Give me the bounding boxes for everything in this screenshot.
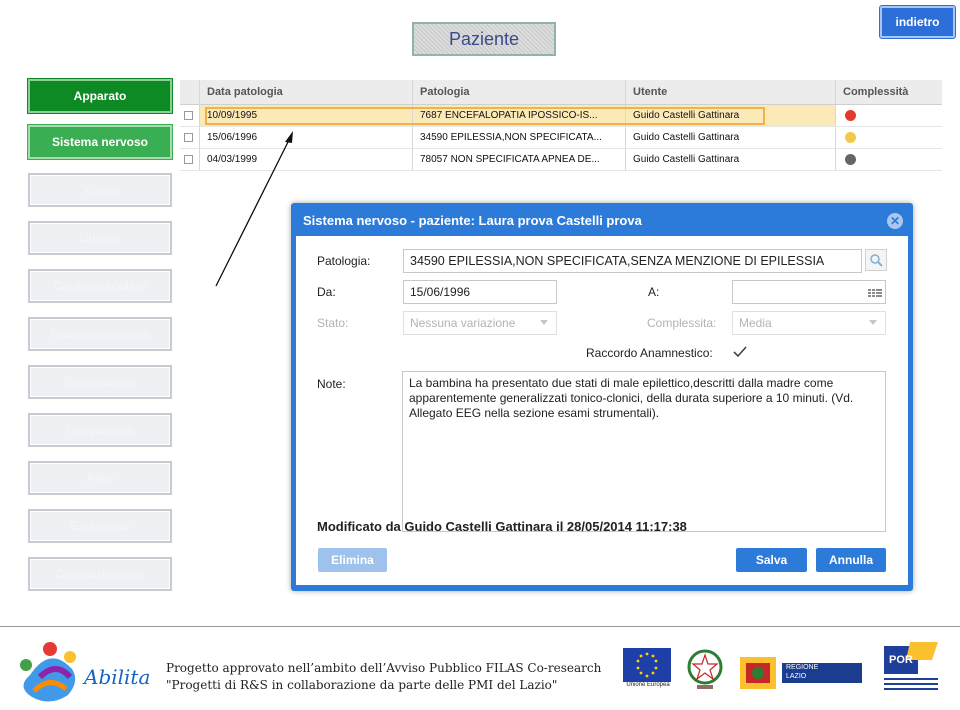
chevron-down-icon (869, 320, 877, 325)
nav-endocrino[interactable]: Endocrino (28, 509, 172, 543)
complessita-value: Media (739, 316, 772, 330)
nav-osteoarticolare[interactable]: Osteoarticolare (28, 557, 172, 591)
chevron-down-icon (540, 320, 548, 325)
col-header-complexity[interactable]: Complessità (836, 80, 942, 104)
col-header-date[interactable]: Data patologia (200, 80, 413, 104)
por-label: POR (889, 654, 913, 666)
regione-lazio-logo: REGIONE LAZIO (738, 655, 868, 691)
nav-altro[interactable]: Altro (28, 461, 172, 495)
cell-date: 10/09/1995 (200, 105, 413, 126)
nav-gastrointestinale[interactable]: Gastrointestinale (28, 317, 172, 351)
da-date-field[interactable]: 15/06/1996 (403, 280, 557, 304)
cancel-button[interactable]: Annulla (816, 548, 886, 572)
abilita-logo: Abilita (10, 635, 150, 707)
abilita-brand-text: Abilita (84, 665, 151, 689)
complessita-label: Complessita: (647, 316, 717, 330)
eu-logo: Unione Europea (623, 648, 673, 688)
eu-flag-icon (623, 648, 671, 682)
regione-emblem-icon (740, 657, 776, 689)
note-textarea[interactable]: La bambina ha presentato due stati di ma… (402, 371, 886, 532)
complexity-indicator (845, 110, 856, 121)
regione-label-box: REGIONE LAZIO (782, 663, 862, 683)
cell-date: 04/03/1999 (200, 149, 413, 170)
calendar-icon[interactable] (868, 287, 882, 298)
da-label: Da: (317, 285, 336, 299)
footer-line2: "Progetti di R&S in collaborazione da pa… (166, 678, 558, 692)
row-checkbox[interactable] (184, 133, 193, 142)
note-label: Note: (317, 377, 346, 391)
stato-label: Stato: (317, 316, 349, 330)
page-title: Paziente (412, 22, 556, 56)
dialog-body: Patologia: 34590 EPILESSIA,NON SPECIFICA… (296, 236, 908, 585)
footer-line1: Progetto approvato nell’ambito dell’Avvi… (166, 661, 602, 675)
delete-button[interactable]: Elimina (318, 548, 387, 572)
row-checkbox[interactable] (184, 155, 193, 164)
nav-visivo[interactable]: Visivo (28, 173, 172, 207)
nav-sistema-nervoso[interactable]: Sistema nervoso (28, 125, 172, 159)
cell-user: Guido Castelli Gattinara (626, 105, 836, 126)
row-checkbox[interactable] (184, 111, 193, 120)
raccordo-label: Raccordo Anamnestico: (586, 346, 713, 360)
stato-select[interactable]: Nessuna variazione (403, 311, 557, 335)
nav-apparato[interactable]: Apparato (28, 79, 172, 113)
back-button[interactable]: indietro (880, 6, 955, 38)
regione-label-2: LAZIO (786, 673, 807, 680)
nav-cardiovascolare[interactable]: Cardiovascolare (28, 269, 172, 303)
raccordo-checkbox[interactable] (733, 345, 747, 359)
header-checkbox-col (180, 80, 200, 104)
page-title-text: Paziente (448, 28, 520, 49)
edit-pathology-dialog: Sistema nervoso - paziente: Laura prova … (291, 203, 913, 591)
complexity-indicator (845, 154, 856, 165)
eu-label: Unione Europea (626, 682, 670, 688)
cell-pathology: 34590 EPILESSIA,NON SPECIFICATA... (413, 127, 626, 148)
italian-emblem-icon (685, 647, 725, 691)
pathology-table: Data patologia Patologia Utente Compless… (180, 80, 942, 171)
table-header: Data patologia Patologia Utente Compless… (180, 80, 942, 105)
dialog-title: Sistema nervoso - paziente: Laura prova … (303, 213, 642, 228)
nav-respiratorio[interactable]: Respiratorio (28, 365, 172, 399)
patologia-label: Patologia: (317, 254, 371, 268)
nav-uditivo[interactable]: Uditivo (28, 221, 172, 255)
col-header-pathology[interactable]: Patologia (413, 80, 626, 104)
cell-date: 15/06/1996 (200, 127, 413, 148)
nav-urogenitale[interactable]: Urogenitale (28, 413, 172, 447)
footer-separator (0, 626, 960, 627)
cell-pathology: 78057 NON SPECIFICATA APNEA DE... (413, 149, 626, 170)
footer-credits: Progetto approvato nell’ambito dell’Avvi… (166, 660, 601, 694)
table-row[interactable]: 10/09/1995 7687 ENCEFALOPATIA IPOSSICO-I… (180, 105, 942, 127)
col-header-user[interactable]: Utente (626, 80, 836, 104)
complessita-select[interactable]: Media (732, 311, 886, 335)
modified-info: Modificato da Guido Castelli Gattinara i… (317, 519, 687, 534)
complexity-indicator (845, 132, 856, 143)
table-row[interactable]: 04/03/1999 78057 NON SPECIFICATA APNEA D… (180, 149, 942, 171)
a-label: A: (648, 285, 660, 299)
save-button[interactable]: Salva (736, 548, 807, 572)
cell-user: Guido Castelli Gattinara (626, 127, 836, 148)
cell-pathology: 7687 ENCEFALOPATIA IPOSSICO-IS... (413, 105, 626, 126)
table-row[interactable]: 15/06/1996 34590 EPILESSIA,NON SPECIFICA… (180, 127, 942, 149)
patologia-field[interactable]: 34590 EPILESSIA,NON SPECIFICATA,SENZA ME… (403, 249, 862, 273)
por-fesr-logo: POR (880, 640, 942, 700)
regione-label-1: REGIONE (786, 664, 819, 671)
a-date-field[interactable] (732, 280, 886, 304)
search-icon[interactable] (865, 249, 887, 271)
close-icon[interactable]: ✕ (887, 213, 903, 229)
stato-value: Nessuna variazione (410, 316, 516, 330)
cell-user: Guido Castelli Gattinara (626, 149, 836, 170)
